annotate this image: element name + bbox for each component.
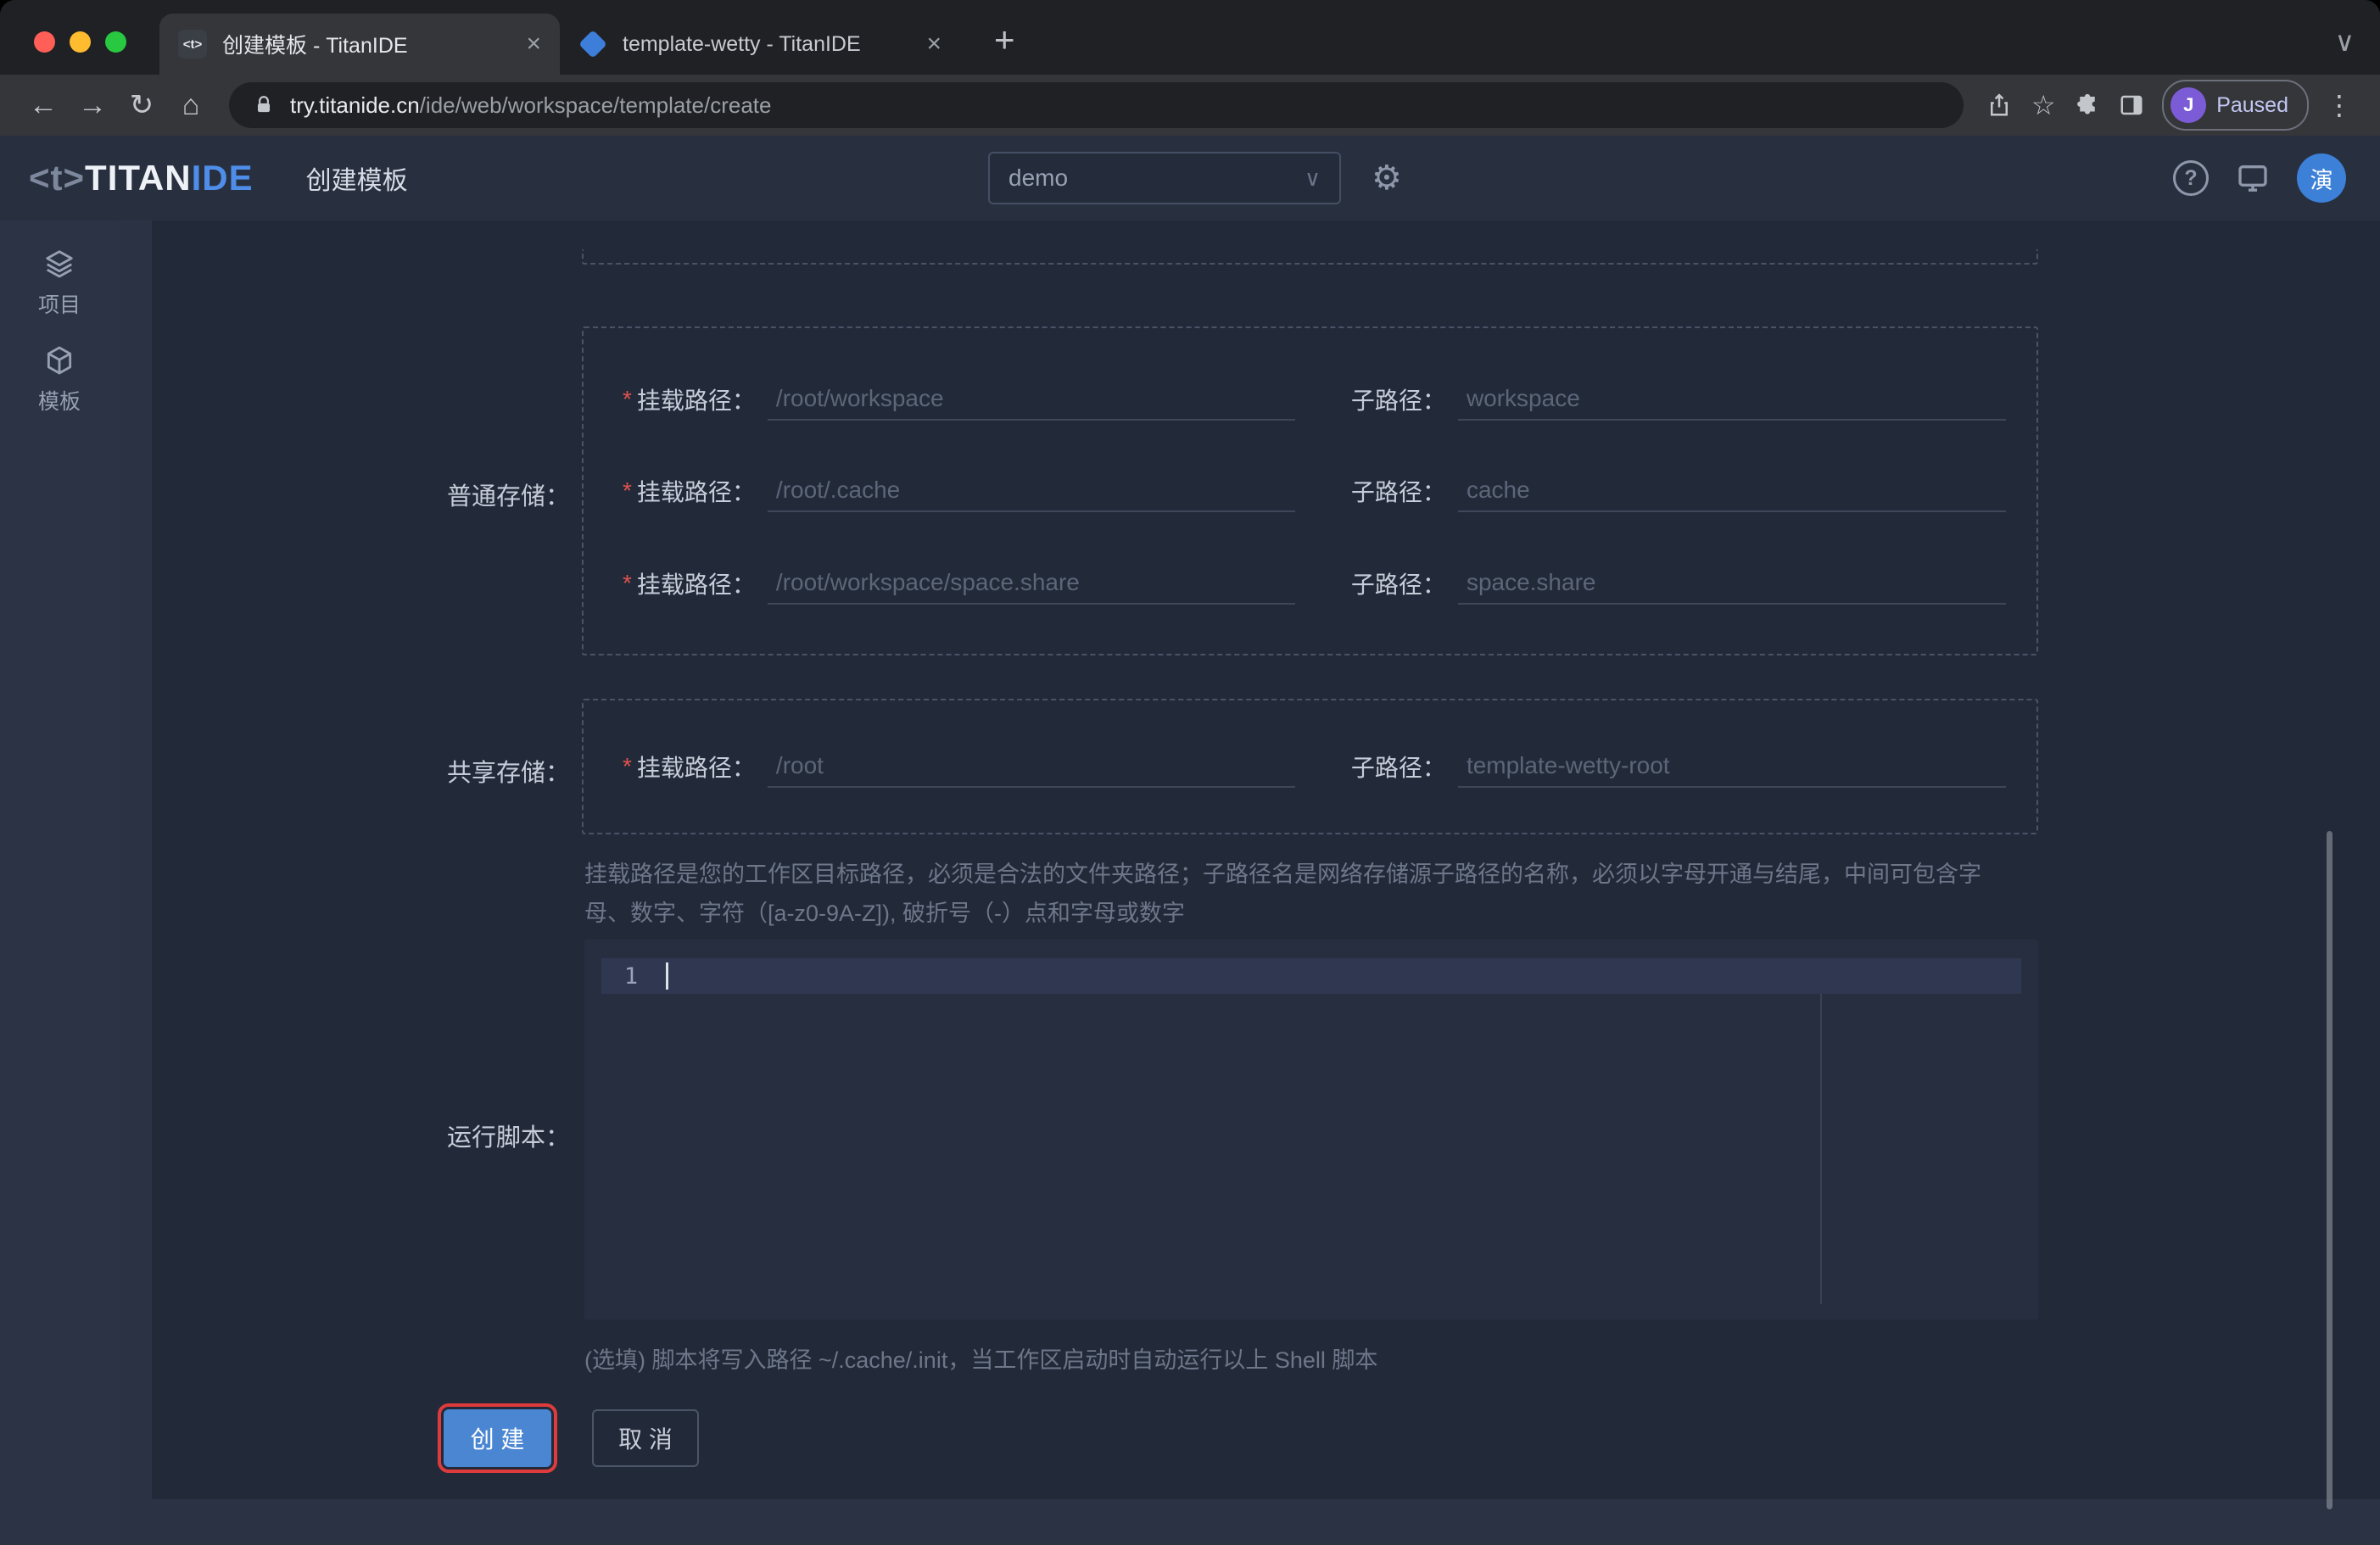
storage-row: * 挂载路径： /root/workspace 子路径： workspace (623, 378, 2036, 421)
workspace-select[interactable]: demo ∨ (988, 152, 1341, 204)
sub-path-input[interactable]: cache (1457, 470, 2006, 512)
url-path: /ide/web/workspace/template/create (419, 92, 772, 118)
page-scrollbar[interactable] (2327, 831, 2333, 1509)
user-avatar[interactable]: 演 (2297, 153, 2346, 203)
tab-close-icon[interactable]: × (926, 31, 941, 57)
script-code-editor[interactable]: 1 (584, 940, 2038, 1319)
sub-path-input[interactable]: workspace (1457, 378, 2006, 421)
layers-icon (46, 250, 73, 278)
chevron-down-icon: ∨ (1304, 165, 1321, 191)
normal-storage-label: 普通存储： (446, 483, 570, 510)
run-script-label: 运行脚本： (446, 1124, 570, 1152)
logo-titan: TITAN (85, 158, 192, 198)
profile-avatar: J (2170, 87, 2207, 123)
tab-search-chevron-icon[interactable]: ∨ (2335, 25, 2355, 58)
mount-path-label: 挂载路径： (636, 571, 756, 598)
main-content: 普通存储： * 挂载路径： /root/workspace 子路径： works… (119, 220, 2380, 1545)
favicon-glyph: <t> (182, 36, 203, 52)
address-bar[interactable]: try.titanide.cn/ide/web/workspace/templa… (229, 82, 1964, 128)
template-favicon-icon (578, 30, 607, 59)
tab-title: 创建模板 - TitanIDE (222, 34, 408, 58)
mount-path-input[interactable]: /root/.cache (767, 470, 1295, 512)
normal-storage-group: * 挂载路径： /root/workspace 子路径： workspace *… (582, 326, 2038, 655)
mount-path-input[interactable]: /root/workspace/space.share (767, 562, 1295, 605)
forward-icon[interactable]: → (68, 89, 117, 122)
tab-list: <t> 创建模板 - TitanIDE × template-wetty - T… (159, 14, 960, 75)
editor-active-line[interactable]: 1 (601, 958, 2021, 994)
sidebar-item-templates[interactable]: 模板 (38, 344, 81, 416)
sidebar-item-projects[interactable]: 项目 (38, 248, 81, 319)
required-marker: * (623, 477, 632, 504)
extensions-puzzle-icon[interactable] (2065, 92, 2109, 118)
app-header: <t>TITANIDE 创建模板 demo ∨ ⚙ ? 演 (0, 136, 2380, 220)
shared-storage-label: 共享存储： (446, 760, 570, 787)
back-icon[interactable]: ← (19, 89, 68, 122)
logo-bracket: <t> (29, 158, 86, 198)
window-zoom-button[interactable] (105, 31, 126, 53)
sub-path-label: 子路径： (1350, 755, 1446, 781)
mount-path-label: 挂载路径： (636, 479, 756, 505)
required-marker: * (623, 569, 632, 596)
mount-path-label: 挂载路径： (636, 387, 756, 414)
share-icon[interactable] (1977, 92, 2021, 118)
sub-path-label: 子路径： (1350, 479, 1446, 505)
required-marker: * (623, 385, 632, 412)
sidebar-item-label: 模板 (37, 390, 81, 414)
help-icon[interactable]: ? (2173, 160, 2209, 196)
browser-window: <t> 创建模板 - TitanIDE × template-wetty - T… (0, 0, 2380, 1545)
workspace-settings-gear-icon[interactable]: ⚙ (1372, 161, 1402, 195)
logo-ide: IDE (191, 158, 254, 198)
storage-row: * 挂载路径： /root/.cache 子路径： cache (623, 470, 2036, 512)
workspace-controls: demo ∨ ⚙ (988, 152, 1402, 204)
reload-icon[interactable]: ↻ (117, 88, 166, 122)
sub-path-label: 子路径： (1350, 571, 1446, 598)
shared-storage-group: * 挂载路径： /root 子路径： template-wetty-root (582, 699, 2038, 834)
browser-toolbar: ← → ↻ ⌂ try.titanide.cn/ide/web/workspac… (0, 75, 2380, 136)
cube-icon (47, 346, 72, 375)
workspace-select-value: demo (1008, 165, 1069, 191)
window-minimize-button[interactable] (70, 31, 91, 53)
lock-icon (257, 96, 271, 113)
new-tab-button[interactable]: + (994, 22, 1015, 58)
home-icon[interactable]: ⌂ (166, 89, 215, 122)
storage-row: * 挂载路径： /root/workspace/space.share 子路径：… (623, 562, 2036, 605)
cancel-button[interactable]: 取 消 (592, 1409, 699, 1467)
create-button[interactable]: 创 建 (438, 1403, 557, 1473)
tab-close-icon[interactable]: × (526, 31, 541, 57)
header-right-actions: ? 演 (2173, 153, 2380, 203)
app-sidebar: 项目 模板 (0, 220, 119, 1545)
tab-template-wetty[interactable]: template-wetty - TitanIDE × (560, 14, 960, 75)
required-marker: * (623, 753, 632, 779)
browser-profile-button[interactable]: J Paused (2162, 80, 2309, 131)
mount-path-input[interactable]: /root/workspace (767, 378, 1295, 421)
titanide-favicon-icon: <t> (178, 30, 207, 59)
side-panel-icon[interactable] (2109, 92, 2154, 118)
titanide-logo: <t>TITANIDE (29, 158, 254, 198)
page-title: 创建模板 (305, 167, 408, 195)
script-hint-text: (选填) 脚本将写入路径 ~/.cache/.init，当工作区启动时自动运行以… (584, 1347, 1378, 1373)
window-controls (34, 31, 126, 53)
sub-path-label: 子路径： (1350, 387, 1446, 414)
text-cursor (666, 962, 668, 990)
sidebar-item-label: 项目 (37, 293, 81, 317)
profile-status-label: Paused (2216, 92, 2288, 117)
mount-path-input[interactable]: /root (767, 745, 1295, 788)
sub-path-input[interactable]: space.share (1457, 562, 2006, 605)
tab-title: template-wetty - TitanIDE (623, 31, 861, 56)
window-close-button[interactable] (34, 31, 55, 53)
url-domain: try.titanide.cn (290, 92, 420, 118)
browser-menu-dots-icon[interactable]: ⋮ (2317, 89, 2361, 121)
tab-create-template[interactable]: <t> 创建模板 - TitanIDE × (159, 14, 560, 75)
url-text: try.titanide.cn/ide/web/workspace/templa… (290, 92, 771, 119)
storage-row: * 挂载路径： /root 子路径： template-wetty-root (623, 745, 2036, 788)
browser-tab-strip: <t> 创建模板 - TitanIDE × template-wetty - T… (0, 0, 2380, 75)
path-hint-text: 挂载路径是您的工作区目标路径，必须是合法的文件夹路径；子路径名是网络存储源子路径… (584, 862, 1981, 926)
sub-path-input[interactable]: template-wetty-root (1457, 745, 2006, 788)
mount-path-label: 挂载路径： (636, 755, 756, 781)
monitor-icon[interactable] (2236, 161, 2270, 195)
line-number: 1 (623, 962, 639, 990)
bookmark-star-icon[interactable]: ☆ (2021, 89, 2065, 121)
editor-indent-guide (1820, 994, 1822, 1304)
previous-storage-group-edge (582, 249, 2038, 265)
